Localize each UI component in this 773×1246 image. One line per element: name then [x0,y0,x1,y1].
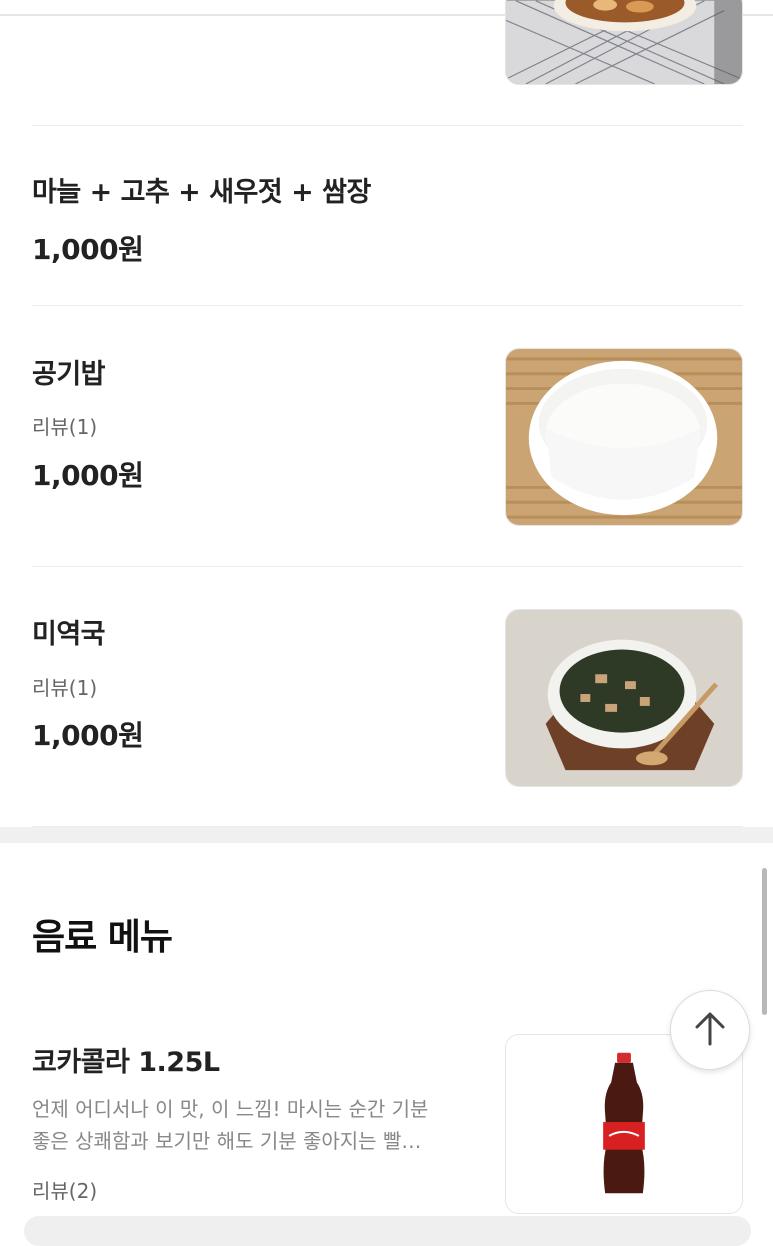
scrollbar-thumb[interactable] [762,868,767,1015]
menu-item-name[interactable]: 마늘 + 고추 + 새우젓 + 쌈장 [32,170,371,209]
item-divider [32,125,743,126]
menu-item-name[interactable]: 공기밥 [32,352,106,391]
item-divider [32,566,743,567]
menu-item-name[interactable]: 코카콜라 1.25L [32,1040,220,1079]
menu-item-name[interactable]: 미역국 [32,612,106,651]
item-divider [32,305,743,306]
menu-item-review-count: 리뷰(2) [32,1179,98,1203]
section-separator [0,827,773,843]
menu-item-description: 언제 어디서나 이 맛, 이 느낌! 마시는 순간 기분 좋은 상쾌함과 보기만… [32,1093,482,1157]
menu-item-review-count: 리뷰(1) [32,415,98,439]
section-title: 음료 메뉴 [32,917,173,958]
bottom-action-bar[interactable] [24,1216,751,1246]
arrow-up-icon [690,1008,730,1052]
previous-item-photo[interactable] [505,0,743,85]
menu-item-price: 1,000원 [32,233,144,266]
menu-item-price: 1,000원 [32,459,144,492]
rice-bowl-photo[interactable] [505,348,743,526]
seaweed-soup-photo[interactable] [505,609,743,787]
description-line: 좋은 상쾌함과 보기만 해도 기분 좋아지는 빨… [32,1129,422,1153]
menu-item-review-count: 리뷰(1) [32,676,98,700]
scroll-to-top-button[interactable] [670,990,750,1070]
menu-item-price: 1,000원 [32,719,144,752]
description-line: 언제 어디서나 이 맛, 이 느낌! 마시는 순간 기분 [32,1097,429,1121]
